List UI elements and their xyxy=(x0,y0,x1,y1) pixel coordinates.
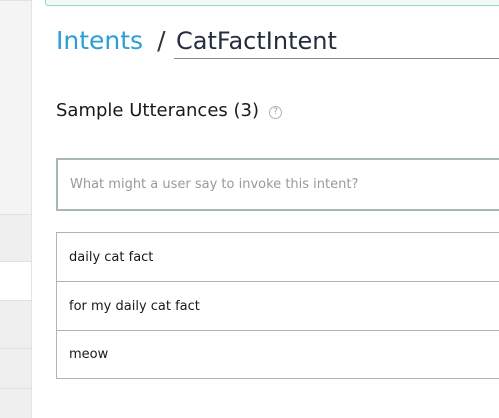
sample-utterances-heading: Sample Utterances (3) xyxy=(56,100,259,121)
utterance-input[interactable] xyxy=(56,158,499,211)
breadcrumb-separator: / xyxy=(157,26,166,55)
sidebar-item-active[interactable] xyxy=(0,261,31,300)
breadcrumb: Intents / xyxy=(56,24,176,60)
breadcrumb-intents-link[interactable]: Intents xyxy=(56,26,143,55)
utterance-list: daily cat fact for my daily cat fact meo… xyxy=(56,232,499,379)
sidebar-item[interactable] xyxy=(0,300,31,348)
left-sidebar xyxy=(0,0,32,418)
utterance-item[interactable]: meow xyxy=(57,331,499,378)
sidebar-item[interactable] xyxy=(0,0,31,214)
sidebar-item[interactable] xyxy=(0,214,31,261)
top-banner xyxy=(45,0,499,6)
utterance-item[interactable]: daily cat fact xyxy=(57,233,499,282)
sidebar-item[interactable] xyxy=(0,348,31,388)
question-circle-icon[interactable]: ? xyxy=(269,106,282,119)
utterance-item[interactable]: for my daily cat fact xyxy=(57,282,499,331)
sidebar-item[interactable] xyxy=(0,388,31,418)
intent-name-field[interactable] xyxy=(174,24,499,59)
